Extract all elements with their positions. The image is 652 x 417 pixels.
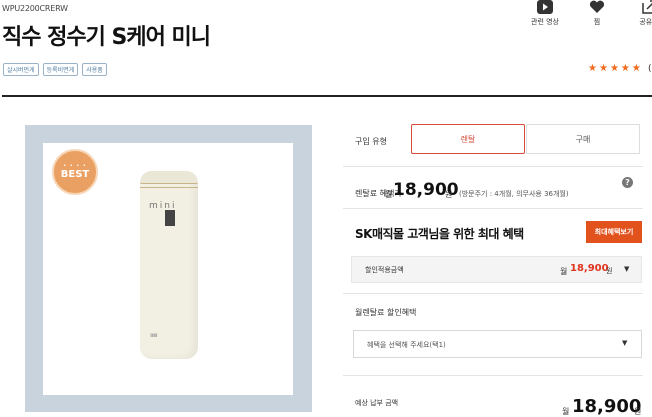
play-icon bbox=[537, 0, 553, 14]
purifier-vent: ıııııııııı bbox=[150, 332, 158, 339]
purifier-nozzle bbox=[165, 210, 175, 226]
total-price: 18,900 bbox=[572, 396, 642, 417]
total-price-unit: 월 bbox=[562, 407, 570, 416]
share-label: 공유하 bbox=[639, 18, 652, 26]
rating-count: (2 bbox=[648, 64, 652, 74]
tab-purchase[interactable]: 구매 bbox=[526, 124, 640, 154]
star-icon: ★ bbox=[631, 63, 641, 74]
chevron-down-icon[interactable]: ▼ bbox=[624, 265, 629, 273]
related-video-label: 관련 영상 bbox=[531, 18, 559, 26]
wishlist-label: 찜 bbox=[593, 18, 601, 26]
total-price-currency: 원 bbox=[634, 407, 642, 416]
benefit-select-placeholder: 혜택을 선택해 주세요(택1) bbox=[367, 341, 446, 349]
star-icon: ★ bbox=[609, 63, 619, 74]
share-button[interactable]: 공유하 bbox=[634, 0, 652, 27]
water-purifier-illustration bbox=[140, 171, 198, 359]
tag-list: 살시버먼게 등록비면게 사용품 bbox=[3, 63, 107, 76]
tag-item[interactable]: 살시버먼게 bbox=[3, 63, 39, 76]
total-payment-label: 예상 납부 금액 bbox=[355, 399, 399, 407]
star-icon: ★ bbox=[620, 63, 630, 74]
page-title: 직수 정수기 S케어 미니 bbox=[2, 25, 211, 50]
tag-item[interactable]: 사용품 bbox=[82, 63, 107, 76]
purifier-cap bbox=[140, 171, 198, 184]
divider bbox=[343, 208, 643, 209]
rental-price-unit: 월 bbox=[385, 190, 393, 199]
purifier-band bbox=[140, 187, 198, 188]
rating-stars: ★ ★ ★ ★ ★ bbox=[588, 64, 641, 74]
tag-item[interactable]: 등록비면게 bbox=[42, 63, 79, 76]
share-icon bbox=[642, 0, 652, 14]
best-badge-label: BEST bbox=[60, 169, 90, 180]
chevron-down-icon[interactable]: ▼ bbox=[622, 339, 627, 347]
wishlist-button[interactable]: 찜 bbox=[582, 0, 612, 27]
heart-icon bbox=[589, 0, 605, 13]
rental-price-currency: 원 bbox=[445, 190, 453, 199]
purchase-type-label: 구입 유형 bbox=[355, 137, 387, 146]
star-icon: ★ bbox=[598, 63, 608, 74]
best-badge: • • • • BEST bbox=[52, 149, 98, 195]
header-divider bbox=[2, 95, 652, 97]
related-video-button[interactable]: 관련 영상 bbox=[530, 0, 560, 27]
discount-label: 할인적용금액 bbox=[365, 266, 404, 274]
tab-rental[interactable]: 렌탈 bbox=[411, 124, 525, 154]
divider bbox=[343, 375, 643, 376]
rental-terms-note: (방문주기 : 4개월, 의무사용 36개월) bbox=[459, 190, 569, 198]
monthly-discount-label: 월렌탈료 할인혜택 bbox=[355, 308, 417, 317]
discount-price-unit: 월 bbox=[560, 267, 568, 276]
discount-price: 18,900 bbox=[570, 263, 609, 274]
top-actions: 관련 영상 찜 공유하 bbox=[530, 0, 652, 27]
max-benefit-button[interactable]: 최대혜택보기 bbox=[586, 221, 642, 243]
benefit-title: SK매직몰 고객님을 위한 최대 혜택 bbox=[355, 227, 524, 241]
help-icon[interactable]: ? bbox=[622, 177, 633, 188]
product-sku: WPU2200CRERW bbox=[2, 4, 68, 13]
divider bbox=[343, 293, 643, 294]
discount-price-currency: 원 bbox=[606, 267, 613, 275]
divider bbox=[343, 166, 643, 167]
star-icon: ★ bbox=[588, 63, 597, 74]
